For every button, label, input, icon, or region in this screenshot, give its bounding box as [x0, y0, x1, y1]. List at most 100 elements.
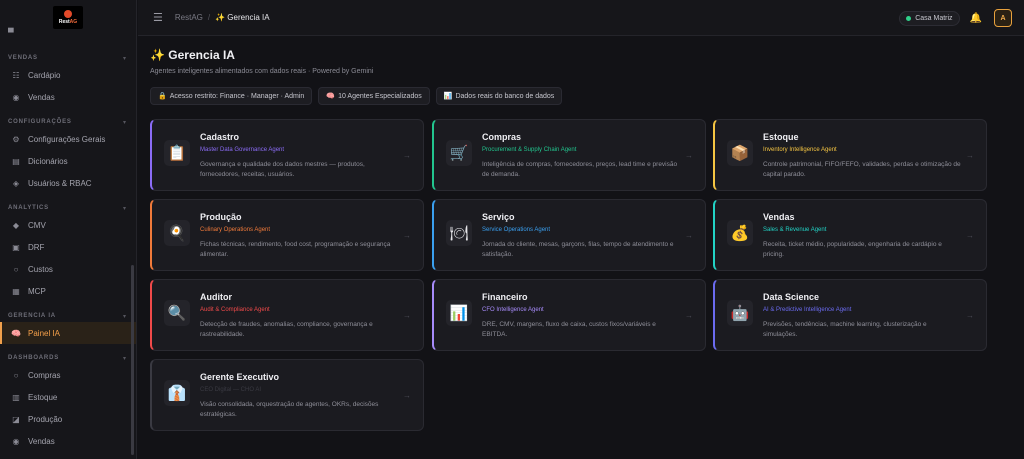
chevron-down-icon: ▾ [122, 313, 126, 320]
sidebar-item-painel-ia[interactable]: 🧠 Painel IA [0, 322, 136, 344]
grid-icon: ▦ [12, 286, 20, 296]
agent-description: Previsões, tendências, machine learning,… [763, 321, 927, 338]
nav-section-label: DASHBOARDS [8, 355, 60, 361]
nav-gap [0, 302, 136, 310]
nav-section-header[interactable]: ANALYTICS ▾ [0, 202, 136, 214]
nav-section-header[interactable]: CONFIGURAÇÕES ▾ [0, 116, 136, 128]
agent-subtitle: Procurement & Supply Chain Agent [482, 147, 577, 153]
agent-emoji-icon: 💰 [727, 220, 753, 246]
nav-section-header[interactable]: VENDAS ▾ [0, 52, 136, 64]
chevron-down-icon: ▾ [122, 55, 126, 62]
agent-subtitle: AI & Predictive Intelligence Agent [763, 307, 852, 313]
sidebar-item-label: Configurações Gerais [28, 134, 106, 144]
agent-card-cadastro[interactable]: 📋 Cadastro Master Data Governance Agent Gov… [150, 119, 424, 191]
chip-label: Acesso restrito: Finance · Manager · Adm… [169, 92, 305, 100]
sidebar-item-mcp[interactable]: ▦ MCP [0, 280, 136, 302]
agent-description: DRE, CMV, margens, fluxo de caixa, custo… [482, 321, 656, 338]
sidebar-item-estoque[interactable]: ▥ Estoque [0, 386, 136, 408]
agent-card-produ-o[interactable]: 🍳 Produção Culinary Operations Agent Fichas… [150, 199, 424, 271]
agent-card-gerente-executivo[interactable]: 👔 Gerente Executivo CEO Digital — CHO AI Vi… [150, 359, 424, 431]
agent-description: Governança e qualidade dos dados mestres… [200, 161, 365, 178]
collapse-sidebar-icon[interactable]: ▀ [8, 28, 14, 37]
main-content: ✨ Gerencia IA Agentes inteligentes alime… [150, 48, 1024, 431]
chevron-down-icon: ▾ [122, 205, 126, 212]
sidebar-item-custos[interactable]: ○ Custos [0, 258, 136, 280]
agent-title: Data Science [763, 292, 820, 302]
sidebar-item-usu-rios-rbac[interactable]: ◈ Usuários & RBAC [0, 172, 136, 194]
agent-title: Vendas [763, 212, 795, 222]
sidebar-item-vendas[interactable]: ◉ Vendas [0, 86, 136, 108]
gear-icon: ⚙ [12, 134, 20, 144]
sidebar-item-drf[interactable]: ▣ DRF [0, 236, 136, 258]
agent-card-financeiro[interactable]: 📊 Financeiro CFO Intelligence Agent DRE, CM… [432, 279, 706, 351]
sidebar-nav: VENDAS ▾ ☷ Cardápio ◉ Vendas CONFIGURAÇÕES ▾ ⚙ Co… [0, 38, 136, 452]
sidebar-item-label: MCP [28, 286, 46, 296]
agent-subtitle: Audit & Compliance Agent [200, 307, 270, 313]
sidebar-item-card-pio[interactable]: ☷ Cardápio [0, 64, 136, 86]
book-icon: ▤ [12, 156, 20, 166]
sidebar-item-label: Cardápio [28, 70, 61, 80]
info-chip: 📊 Dados reais do banco de dados [435, 87, 563, 105]
arrow-right-icon: → [403, 391, 411, 400]
sidebar-item-label: DRF [28, 242, 45, 252]
nav-section-label: ANALYTICS [8, 205, 49, 211]
avatar[interactable]: A [994, 9, 1012, 27]
nav-gap [0, 108, 136, 116]
agent-subtitle: Master Data Governance Agent [200, 147, 285, 153]
agent-title: Compras [482, 132, 522, 142]
hamburger-menu-icon[interactable]: ☰ [153, 11, 163, 24]
agent-card-estoque[interactable]: 📦 Estoque Inventory Intelligence Agent Cont… [713, 119, 987, 191]
sidebar-item-dicion-rios[interactable]: ▤ Dicionários [0, 150, 136, 172]
nav-section-header[interactable]: GERENCIA IA ▾ [0, 310, 136, 322]
sidebar-item-label: Compras [28, 370, 61, 380]
agent-card-auditor[interactable]: 🔍 Auditor Audit & Compliance Agent Detecção… [150, 279, 424, 351]
agent-title: Financeiro [482, 292, 528, 302]
breadcrumb-root[interactable]: RestAG [175, 13, 203, 22]
chip-label: 10 Agentes Especializados [338, 92, 422, 100]
target-icon: ◉ [12, 436, 20, 446]
agent-card-servi-o[interactable]: 🍽 Serviço Service Operations Agent Jornada … [432, 199, 706, 271]
logo-mark-icon [64, 10, 72, 18]
sidebar-item-configura-es-gerais[interactable]: ⚙ Configurações Gerais [0, 128, 136, 150]
chef-icon: ◪ [12, 414, 20, 424]
sidebar-item-compras[interactable]: ○ Compras [0, 364, 136, 386]
agent-subtitle: CEO Digital — CHO AI [200, 387, 262, 393]
sidebar-item-label: Custos [28, 264, 53, 274]
restag-logo[interactable]: RestAG [53, 6, 83, 29]
agent-emoji-icon: 📊 [446, 300, 472, 326]
chip-icon: 📊 [443, 93, 453, 100]
arrow-right-icon: → [685, 311, 693, 320]
bell-icon[interactable]: 🔔 [970, 13, 982, 24]
status-dot-icon [906, 15, 912, 21]
circle-icon: ○ [13, 370, 19, 380]
agent-emoji-icon: 📋 [164, 140, 190, 166]
target-icon: ◉ [12, 92, 20, 102]
agent-card-compras[interactable]: 🛒 Compras Procurement & Supply Chain Agent… [432, 119, 706, 191]
arrow-right-icon: → [966, 231, 974, 240]
agent-description: Controle patrimonial, FIFO/FEFO, validad… [763, 161, 961, 178]
agent-subtitle: Culinary Operations Agent [200, 227, 271, 233]
agent-description: Receita, ticket médio, popularidade, eng… [763, 241, 942, 258]
sidebar-scrollbar[interactable] [131, 265, 134, 455]
arrow-right-icon: → [966, 311, 974, 320]
location-selector[interactable]: Casa Matriz [899, 10, 960, 26]
nav-section-header[interactable]: DASHBOARDS ▾ [0, 352, 136, 364]
circle-icon: ○ [13, 264, 19, 274]
arrow-right-icon: → [966, 151, 974, 160]
sidebar-item-label: Vendas [28, 436, 55, 446]
sidebar-item-vendas[interactable]: ◉ Vendas [0, 430, 136, 452]
agent-description: Inteligência de compras, fornecedores, p… [482, 161, 678, 178]
agent-title: Auditor [200, 292, 232, 302]
agent-description: Fichas técnicas, rendimento, food cost, … [200, 241, 391, 258]
arrow-right-icon: → [685, 151, 693, 160]
topbar: ☰ RestAG / ✨ Gerencia IA Casa Matriz 🔔 A [138, 0, 1024, 36]
diamond-icon: ◆ [12, 220, 20, 230]
nav-gap [0, 344, 136, 352]
agent-card-vendas[interactable]: 💰 Vendas Sales & Revenue Agent Receita, tic… [713, 199, 987, 271]
sidebar-item-cmv[interactable]: ◆ CMV [0, 214, 136, 236]
agent-description: Visão consolidada, orquestração de agent… [200, 401, 379, 418]
agent-emoji-icon: 🍳 [164, 220, 190, 246]
agent-card-data-science[interactable]: 🤖 Data Science AI & Predictive Intelligenc… [713, 279, 987, 351]
sidebar-item-produ-o[interactable]: ◪ Produção [0, 408, 136, 430]
sidebar: RestAG ▀ VENDAS ▾ ☷ Cardápio ◉ Vendas CONFIGUR… [0, 0, 137, 459]
